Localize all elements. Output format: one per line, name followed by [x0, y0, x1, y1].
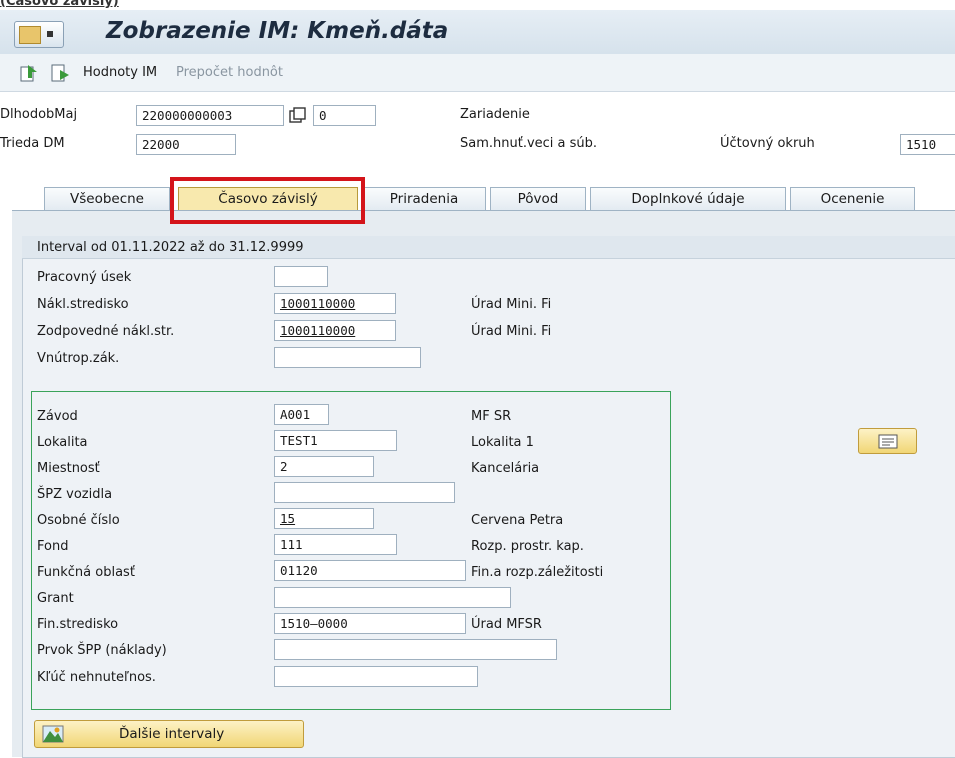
- interval-title: Interval od 01.11.2022 až do 31.12.9999: [37, 240, 304, 255]
- fin-stredisko-field[interactable]: 1510–0000: [274, 613, 466, 634]
- next-intervals-button[interactable]: Ďalšie intervaly: [34, 720, 304, 748]
- tab-priradenia[interactable]: Priradenia: [362, 187, 486, 211]
- grant-field[interactable]: [274, 587, 511, 608]
- sub-number-field[interactable]: 0: [313, 105, 376, 126]
- field-description: Kancelária: [471, 461, 540, 476]
- field-description: MF SR: [471, 409, 512, 424]
- field-label: Prvok ŠPP (náklady): [37, 643, 167, 658]
- okruh-label: Účtovný okruh: [720, 136, 815, 151]
- document-list-icon: [878, 434, 898, 449]
- field-label: Miestnosť: [37, 461, 100, 476]
- field-label: Vnútrop.zák.: [37, 351, 120, 366]
- sap-menu-icon: [19, 26, 41, 44]
- field-description: Cervena Petra: [471, 513, 564, 528]
- asset-label: DlhodobMaj: [0, 107, 78, 122]
- spz-vozidla-field[interactable]: [274, 482, 455, 503]
- field-label: Osobné číslo: [37, 513, 120, 528]
- field-label: ŠPZ vozidla: [37, 487, 113, 502]
- field-label: Zodpovedné nákl.str.: [37, 324, 175, 339]
- detail-button[interactable]: [858, 428, 917, 454]
- asset-class-field[interactable]: 22000: [136, 134, 236, 155]
- company-code-field[interactable]: 1510: [900, 134, 955, 155]
- tab-doplnkove-udaje[interactable]: Doplnkové údaje: [590, 187, 786, 211]
- miestnost-field[interactable]: 2: [274, 456, 374, 477]
- field-description: Rozp. prostr. kap.: [471, 539, 584, 554]
- page-title: Zobrazenie IM: Kmeň.dáta: [106, 18, 449, 44]
- other-asset-icon[interactable]: [20, 64, 40, 82]
- kluc-nehnutelnosti-field[interactable]: [274, 666, 478, 687]
- hodnoty-im-button[interactable]: Hodnoty IM: [83, 65, 157, 80]
- field-label: Závod: [37, 409, 78, 424]
- field-label: Lokalita: [37, 435, 88, 450]
- field-label: Funkčná oblasť: [37, 565, 135, 580]
- zodpovedne-naklstr-field[interactable]: 1000110000: [274, 320, 396, 341]
- field-description: Fin.a rozp.záležitosti: [471, 565, 604, 580]
- osobne-cislo-field[interactable]: 15: [274, 508, 374, 529]
- field-label: Kľúč nehnuteľnos.: [37, 670, 156, 685]
- asset-number-field[interactable]: 220000000003: [136, 105, 284, 126]
- field-label: Fin.stredisko: [37, 617, 119, 632]
- copy-icon[interactable]: [289, 107, 306, 124]
- top-strip: (Časovo závislý): [0, 0, 955, 10]
- system-menu-button[interactable]: [14, 21, 64, 48]
- intervals-icon: [42, 725, 64, 743]
- field-label: Grant: [37, 591, 74, 606]
- class-label: Trieda DM: [0, 136, 65, 151]
- samhnut-label: Sam.hnuť.veci a súb.: [460, 136, 598, 151]
- zavod-field[interactable]: A001: [274, 404, 329, 425]
- tab-povod[interactable]: Pôvod: [490, 187, 586, 211]
- next-intervals-label: Ďalšie intervaly: [119, 726, 225, 742]
- pracovny-usek-field[interactable]: [274, 266, 328, 287]
- next-asset-icon[interactable]: [51, 64, 71, 82]
- fond-field[interactable]: 111: [274, 534, 397, 555]
- field-label: Nákl.stredisko: [37, 297, 129, 312]
- highlight-box: [170, 177, 365, 224]
- field-description: Úrad Mini. Fi: [471, 297, 552, 312]
- field-description: Úrad Mini. Fi: [471, 324, 552, 339]
- tab-vseobecne[interactable]: Všeobecne: [44, 187, 170, 211]
- naklstredisko-field[interactable]: 1000110000: [274, 293, 396, 314]
- zariadenie-label: Zariadenie: [460, 107, 530, 122]
- field-description: Úrad MFSR: [471, 617, 542, 632]
- vnutrop-zak-field[interactable]: [274, 347, 421, 368]
- field-label: Pracovný úsek: [37, 270, 132, 285]
- prepocet-hodnot-button[interactable]: Prepočet hodnôt: [176, 65, 283, 80]
- field-description: Lokalita 1: [471, 435, 534, 450]
- prvok-spp-field[interactable]: [274, 639, 557, 660]
- dropdown-arrow-icon: [47, 31, 53, 37]
- top-strip-text: (Časovo závislý): [0, 0, 119, 9]
- lokalita-field[interactable]: TEST1: [274, 430, 397, 451]
- funkcna-oblast-field[interactable]: 01120: [274, 560, 466, 581]
- tab-ocenenie[interactable]: Ocenenie: [790, 187, 915, 211]
- field-label: Fond: [37, 539, 69, 554]
